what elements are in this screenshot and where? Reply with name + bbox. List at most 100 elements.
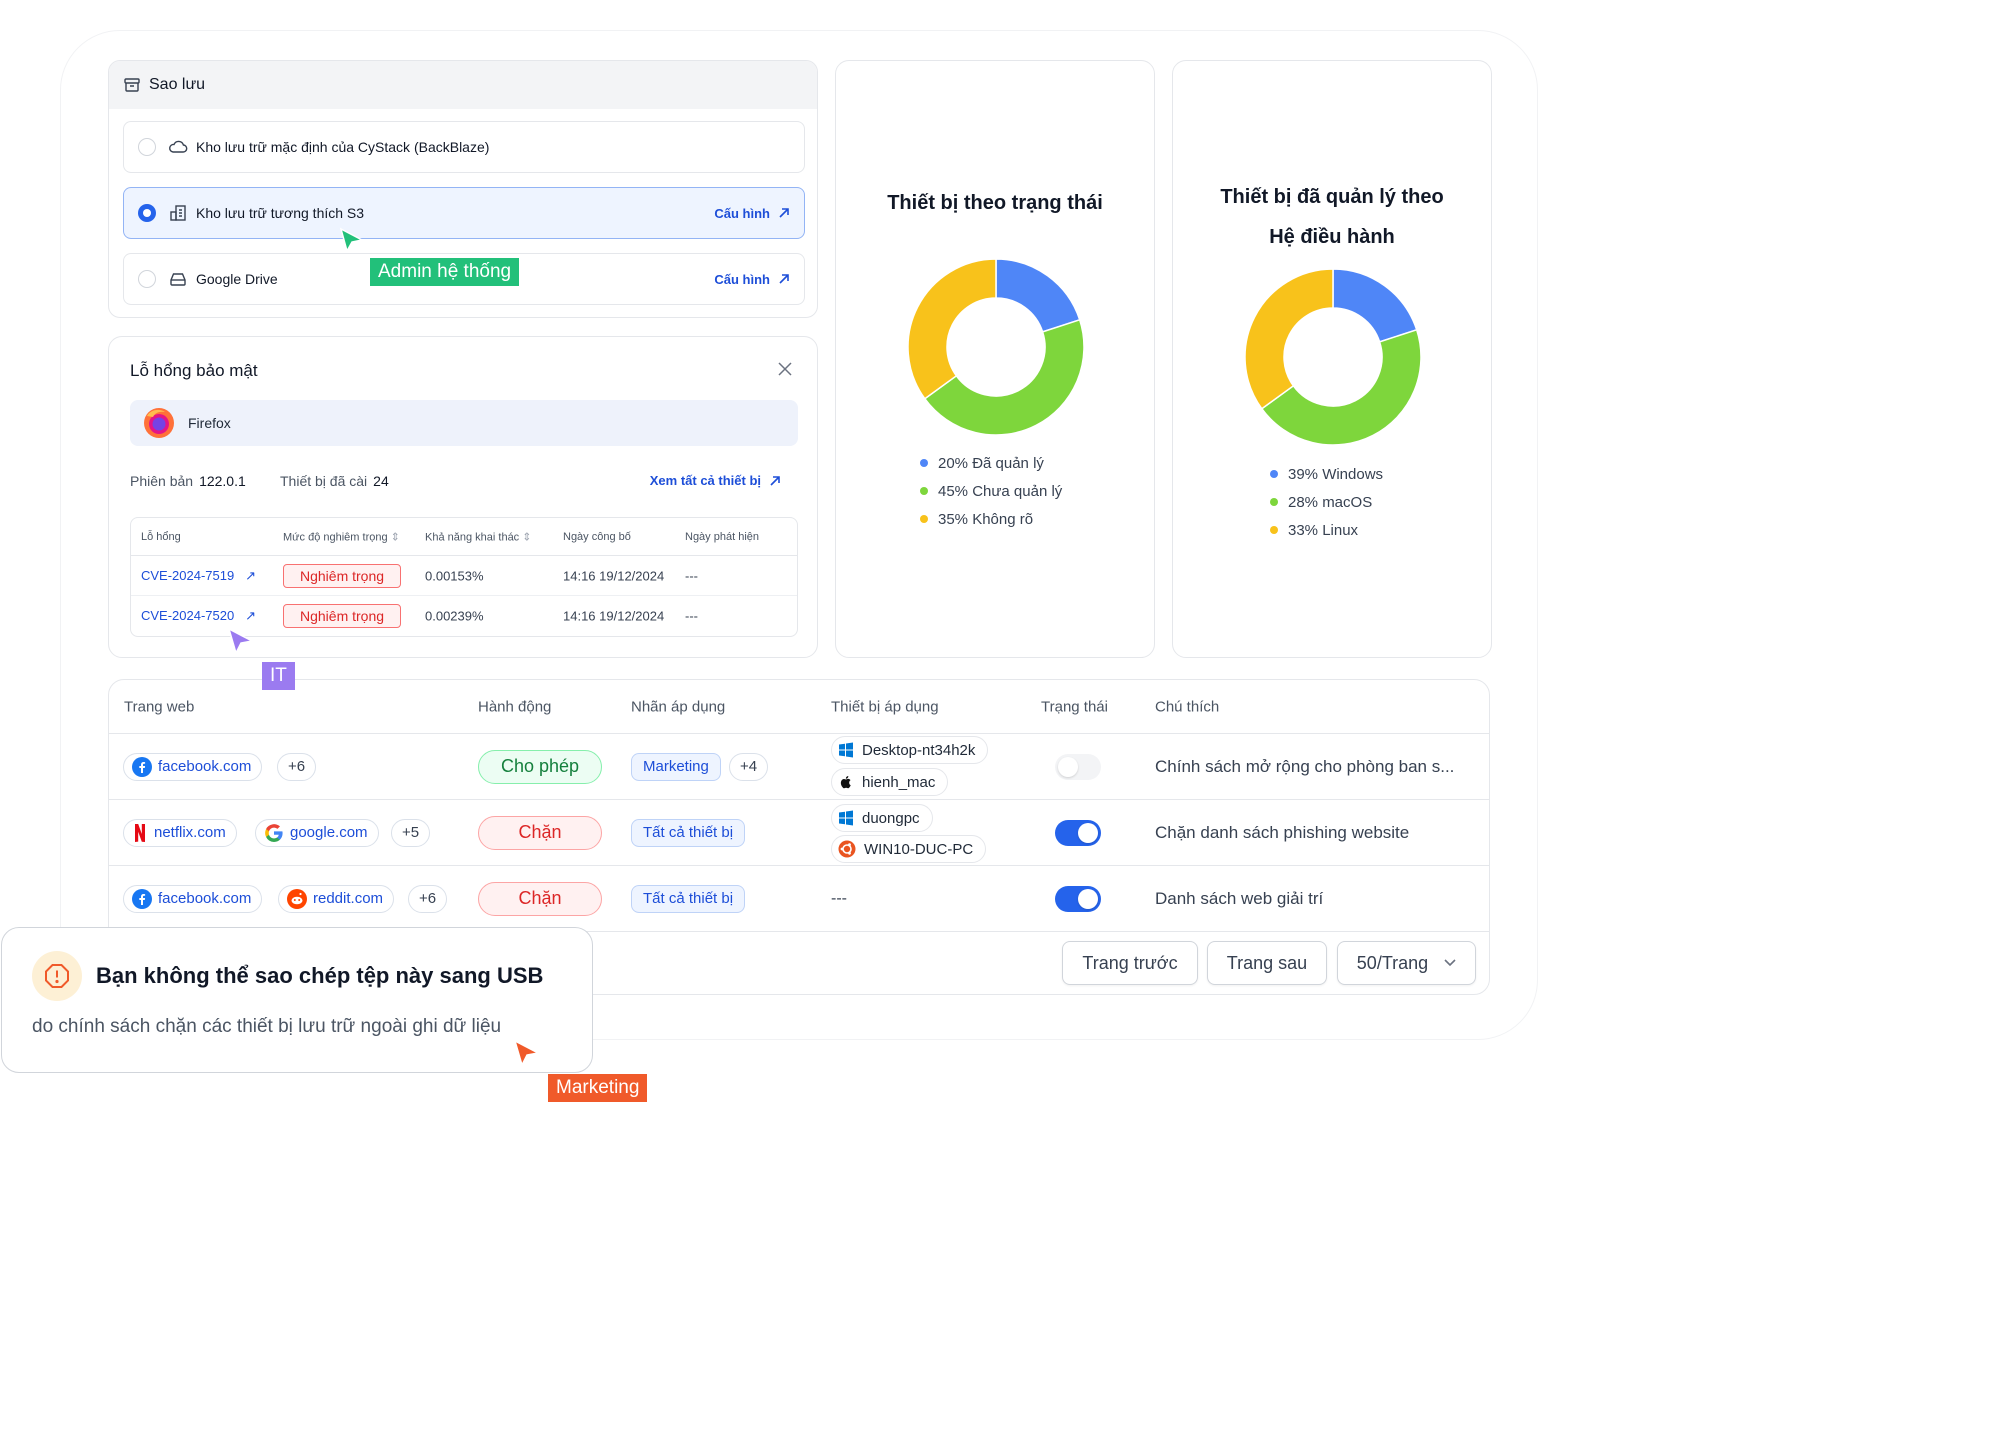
column-header-label: Khả năng khai thác [425,531,520,543]
cve-id: CVE-2024-7520 [141,608,235,623]
more-sites-pill[interactable]: +5 [391,818,431,847]
cve-link[interactable]: CVE-2024-7520 ↗ [141,608,256,624]
table-header: Lỗ hổng Mức độ nghiêm trọng ⇕ Khả năng k… [131,518,797,556]
table-row: CVE-2024-7519 ↗ Nghiêm trọng 0.00153% 14… [131,556,797,596]
windows-icon [838,810,854,826]
app-box: Firefox [130,400,798,446]
severity-badge: Nghiêm trọng [283,563,402,588]
column-header: Hành động [478,698,552,715]
site-label: facebook.com [158,758,252,775]
site-label: netflix.com [154,824,226,841]
configure-link[interactable]: Cấu hình [714,206,790,221]
site-pill[interactable]: reddit.com [278,884,395,913]
legend-item: 39% Windows [1270,460,1383,488]
installed-devices-label: Thiết bị đã cài [280,473,368,489]
windows-icon [838,742,854,758]
next-page-button[interactable]: Trang sau [1207,941,1327,985]
version-info: Phiên bản 122.0.1 [130,473,246,489]
building-icon [168,204,188,222]
exploit-value: 0.00239% [425,608,484,624]
page-size-select[interactable]: 50/Trang [1337,941,1476,985]
backup-option-label: Google Drive [196,271,278,287]
archive-icon [123,76,141,94]
table-row: facebook.com reddit.com +6 Chặn Tất cả t… [109,866,1489,932]
label-tag: Tất cả thiết bị [631,884,746,913]
table-row: netflix.com google.com +5 Chặn Tất cả th… [109,800,1489,866]
google-icon [264,823,284,843]
radio-button-selected[interactable] [138,204,156,222]
status-toggle[interactable] [1055,753,1101,780]
column-header-sortable[interactable]: Mức độ nghiêm trọng ⇕ [283,530,400,543]
usb-block-alert: Bạn không thể sao chép tệp này sang USB … [1,927,593,1073]
device-pill: WIN10-DUC-PC [831,835,987,863]
vulnerability-card: Lỗ hổng bảo mật Firefox Phiên bản 122.0.1… [108,336,818,658]
vulnerability-table: Lỗ hổng Mức độ nghiêm trọng ⇕ Khả năng k… [130,517,798,637]
alert-title: Bạn không thể sao chép tệp này sang USB [96,963,544,988]
site-pill[interactable]: netflix.com [123,818,237,847]
label-tag: Tất cả thiết bị [631,818,746,847]
backup-option-s3[interactable]: Kho lưu trữ tương thích S3 Cấu hình [123,187,805,239]
ubuntu-icon [838,840,856,858]
site-pill[interactable]: google.com [255,818,379,847]
column-header-sortable[interactable]: Khả năng khai thác ⇕ [425,530,531,543]
action-badge: Chặn [478,881,602,916]
arrow-up-right-icon: ↗ [245,608,256,623]
legend-item: 35% Không rõ [920,505,1062,533]
close-icon[interactable] [777,361,793,377]
column-header-label: Mức độ nghiêm trọng [283,531,388,543]
more-labels-pill[interactable]: +4 [729,752,769,781]
devices-empty: --- [831,889,847,907]
configure-label: Cấu hình [714,205,770,221]
legend-dot [920,459,928,467]
column-header: Nhãn áp dụng [631,698,726,715]
action-badge: Chặn [478,815,602,850]
detected-date: --- [685,568,698,583]
status-toggle[interactable] [1055,885,1101,912]
note-text: Chặn danh sách phishing website [1155,822,1410,842]
table-row: facebook.com +6 Cho phép Marketing +4 De… [109,734,1489,800]
radio-button[interactable] [138,270,156,288]
chevron-down-icon [1444,959,1456,967]
legend-dot [920,487,928,495]
table-header: Trang web Hành động Nhãn áp dụng Thiết b… [109,680,1489,734]
status-toggle[interactable] [1055,819,1101,846]
donut-chart [907,258,1085,436]
device-label: hienh_mac [862,773,936,791]
reddit-icon [287,888,307,909]
site-pill[interactable]: facebook.com [123,884,263,913]
cloud-icon [168,139,188,155]
site-pill[interactable]: facebook.com [123,752,263,781]
sort-icon: ⇕ [390,531,400,543]
column-header: Trang web [124,698,195,715]
os-chart-card: Thiết bị đã quản lý theo Hệ điều hành 39… [1172,60,1492,658]
device-label: duongpc [862,809,920,827]
column-header: Ngày công bố [563,530,631,543]
arrow-up-right-icon [769,475,781,487]
radio-button[interactable] [138,138,156,156]
cve-link[interactable]: CVE-2024-7519 ↗ [141,568,256,584]
legend-item: 20% Đã quản lý [920,449,1062,477]
published-date: 14:16 19/12/2024 [563,568,665,583]
legend-label: 28% macOS [1288,493,1373,511]
arrow-up-right-icon: ↗ [245,567,256,583]
legend-label: 39% Windows [1288,465,1384,483]
facebook-icon [132,888,152,909]
see-all-label: Xem tất cả thiết bị [649,473,761,488]
see-all-devices-link[interactable]: Xem tất cả thiết bị [650,473,781,488]
version-label: Phiên bản [130,473,194,489]
chart-title-line1: Thiết bị đã quản lý theo [1220,186,1444,208]
column-header: Thiết bị áp dụng [831,698,939,715]
chart-title-line2: Hệ điều hành [1269,226,1395,248]
legend-dot [1270,470,1278,478]
backup-option-backblaze[interactable]: Kho lưu trữ mặc định của CyStack (BackBl… [123,121,805,173]
previous-page-button[interactable]: Trang trước [1062,941,1198,985]
cursor-arrow-icon [339,227,365,253]
firefox-icon [142,406,176,440]
backup-header: Sao lưu [109,61,817,109]
configure-link[interactable]: Cấu hình [714,272,790,287]
more-sites-pill[interactable]: +6 [277,752,317,781]
chart-title: Thiết bị theo trạng thái [887,192,1103,214]
cursor-arrow-icon [227,627,255,656]
installed-devices-value: 24 [373,473,389,489]
more-sites-pill[interactable]: +6 [408,884,448,913]
